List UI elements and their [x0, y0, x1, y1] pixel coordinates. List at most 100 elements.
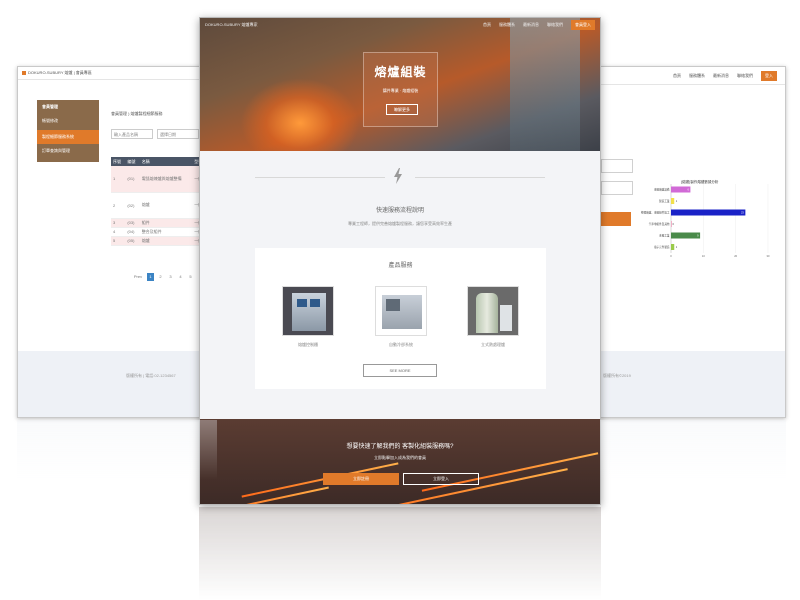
sidebar-item-member[interactable]: 會員管理	[37, 100, 99, 114]
lightning-icon	[394, 168, 402, 184]
sidebar-item-process[interactable]: 製程細節服務系統	[37, 130, 99, 144]
chart-category-label: 金屬工業	[659, 234, 670, 238]
cell: (04)	[125, 227, 140, 237]
chart-value-label: 1	[676, 199, 678, 203]
pager-page[interactable]: 3	[167, 273, 174, 281]
pager-page[interactable]: 5	[187, 273, 194, 281]
hero-furnace-glow	[240, 78, 360, 151]
brand-logo-icon	[22, 71, 26, 75]
product-filter-input[interactable]: 輸入產品名稱	[111, 129, 153, 139]
left-topbar: DOKURO-SUBURY 熔爐 | 會員專區	[18, 67, 216, 80]
product-card[interactable]: 自動冷卻系統	[375, 286, 427, 348]
hero-subtitle: 鑄件專業 · 熔爐組裝	[382, 88, 419, 93]
product-image	[467, 286, 519, 336]
nav-news[interactable]: 最新消息	[713, 73, 729, 79]
chart-category-label: 製造工業	[659, 199, 670, 203]
chart-bar[interactable]	[671, 244, 675, 250]
main-brand[interactable]: DOKURO-SUBURY 熔爐專家	[205, 22, 258, 28]
col-header: 序號	[111, 157, 126, 166]
chart-bar[interactable]	[671, 209, 746, 216]
cell: (03)	[125, 218, 140, 228]
cell: 熔爐	[139, 236, 193, 246]
pager-page[interactable]: 4	[177, 273, 184, 281]
cell: 電弧熔煉爐與熔爐整備	[139, 166, 193, 193]
chart-category-label: 整體熔爐、金屬組件加工	[641, 211, 670, 215]
learn-more-button[interactable]: 瞭解更多	[386, 104, 418, 115]
pager-page[interactable]: 1	[147, 273, 154, 281]
hero-title: 熔爐組裝	[374, 65, 427, 79]
chart-value-label: 0	[673, 222, 675, 226]
sidebar-item-account[interactable]: 帳號修改	[37, 114, 99, 128]
stats-bar-chart: (熔爐)製作熔爐數據分析 0 10 20 30金屬熔爐設備 6製造工業 1整體熔爐、金屬組…	[641, 179, 770, 258]
pager-page[interactable]: 2	[157, 273, 164, 281]
left-brand[interactable]: DOKURO-SUBURY 熔爐 | 會員專區	[28, 70, 92, 76]
breadcrumb: 會員管理 ) 熔爐製程細節服務	[111, 111, 163, 116]
hero-banner: DOKURO-SUBURY 熔爐專家 首頁 服務體系 最新消息 聯絡我們 會員登…	[200, 18, 600, 151]
date-filter-input[interactable]: 選擇日期	[157, 129, 199, 139]
chart-tick-label: 0	[670, 254, 672, 258]
chart-tick-label: 20	[734, 254, 737, 258]
nav-home[interactable]: 首頁	[483, 22, 491, 28]
chart-tick-label: 30	[767, 254, 770, 258]
mirror-reflection	[17, 420, 786, 600]
reflection-left	[17, 420, 217, 480]
pager-prev[interactable]: Prev	[132, 273, 144, 281]
member-window-left: DOKURO-SUBURY 熔爐 | 會員專區 會員管理 帳號修改 製程細節服務…	[17, 66, 217, 418]
cell: 1	[111, 166, 126, 193]
chart-bar[interactable]	[671, 221, 672, 227]
reflection-main	[199, 507, 601, 600]
nav-news[interactable]: 最新消息	[523, 22, 539, 28]
main-topbar: DOKURO-SUBURY 熔爐專家 首頁 服務體系 最新消息 聯絡我們 會員登…	[200, 18, 600, 32]
cell: 2	[111, 192, 126, 219]
chart-tick-label: 10	[702, 254, 705, 258]
member-sidebar: 會員管理 帳號修改 製程細節服務系統 訂單查詢與管理	[37, 100, 99, 162]
left-footer: 版權所有 | 電話:02-1234567	[18, 351, 216, 417]
chart-bar[interactable]	[671, 232, 701, 239]
form-field[interactable]	[601, 159, 633, 173]
cell: (05)	[125, 236, 140, 246]
cell: 組件	[139, 218, 193, 228]
nav-services[interactable]: 服務體系	[499, 22, 515, 28]
product-caption: 熔爐控制櫃	[298, 342, 318, 347]
login-button[interactable]: 登入	[761, 70, 777, 81]
product-card[interactable]: 立式熱處理爐	[467, 286, 519, 348]
section-description: 專業工程師，提供完善熔爐製程服務，讓您享受高效率生產	[348, 221, 452, 226]
col-header: 編號	[125, 157, 140, 166]
section-title: 快速服務流程說明	[375, 208, 424, 214]
cell: 熔爐	[139, 192, 193, 219]
products-title: 產品服務	[388, 263, 413, 269]
right-footer-text: 版權所有©2019	[603, 373, 631, 378]
hero-machinery-image	[510, 18, 580, 151]
product-image	[282, 286, 334, 336]
left-footer-text: 版權所有 | 電話:02-1234567	[126, 373, 176, 378]
product-caption: 自動冷卻系統	[389, 342, 413, 347]
reflection-right	[600, 420, 786, 480]
chart-category-label: 金屬熔爐設備	[654, 188, 670, 192]
cell: 4	[111, 227, 126, 237]
product-caption: 立式熱處理爐	[481, 342, 505, 347]
process-section: 快速服務流程說明 專業工程師，提供完善熔爐製程服務，讓您享受高效率生產	[200, 151, 600, 249]
nav-home[interactable]: 首頁	[673, 73, 681, 79]
product-card[interactable]: 熔爐控制櫃	[282, 286, 334, 348]
sidebar-item-orders[interactable]: 訂單查詢與管理	[37, 144, 99, 158]
nav-services[interactable]: 服務體系	[689, 73, 705, 79]
nav-contact[interactable]: 聯絡我們	[737, 73, 753, 79]
chart-value-label: 1	[676, 245, 678, 249]
divider-left	[255, 177, 385, 178]
cell: 整合及組件	[139, 227, 193, 237]
col-header: 名稱	[139, 157, 193, 166]
divider-right	[415, 177, 545, 178]
pagination: Prev 1 2 3 4 5	[132, 273, 194, 281]
chart-category-label: 電子元件製造	[654, 245, 670, 249]
member-login-button[interactable]: 會員登入	[571, 20, 595, 30]
products-panel: 產品服務 熔爐控制櫃 自動冷卻系統 立式熱處理爐 SEE MORE	[255, 248, 546, 389]
chart-title: (熔爐)製作熔爐數據分析	[681, 179, 719, 184]
chart-bar[interactable]	[671, 198, 675, 204]
nav-contact[interactable]: 聯絡我們	[547, 22, 563, 28]
cell: (02)	[125, 192, 140, 219]
cell: 5	[111, 236, 126, 246]
see-more-button[interactable]: SEE MORE	[363, 364, 437, 377]
right-footer: 版權所有©2019	[601, 351, 785, 417]
chart-category-label: 汽車零組件及其他	[649, 222, 670, 226]
right-topbar: 首頁 服務體系 最新消息 聯絡我們 登入	[601, 67, 785, 85]
